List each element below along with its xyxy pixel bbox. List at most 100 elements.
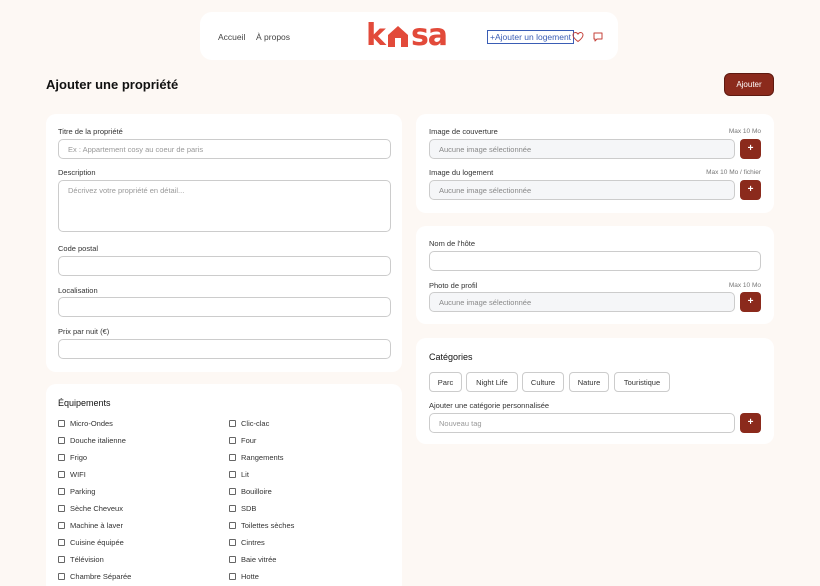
checkbox-box[interactable] — [58, 556, 65, 563]
equipment-checkbox[interactable]: Télévision — [58, 555, 104, 564]
profile-photo-field[interactable]: Aucune image sélectionnée — [429, 292, 735, 312]
custom-category-input[interactable] — [429, 413, 735, 433]
page-title: Ajouter une propriété — [46, 77, 179, 92]
checkbox-box[interactable] — [58, 488, 65, 495]
submit-button[interactable]: Ajouter — [724, 73, 774, 96]
checkbox-box[interactable] — [58, 471, 65, 478]
gallery-image-field[interactable]: Aucune image sélectionnée — [429, 180, 735, 200]
checkbox-box[interactable] — [229, 471, 236, 478]
host-name-label: Nom de l'hôte — [429, 239, 476, 248]
checkbox-box[interactable] — [229, 522, 236, 529]
equipment-label: Machine à laver — [70, 521, 123, 530]
checkbox-box[interactable] — [229, 454, 236, 461]
checkbox-box[interactable] — [229, 420, 236, 427]
equipment-label: WIFI — [70, 470, 86, 479]
equipment-checkbox[interactable]: Hotte — [229, 572, 259, 581]
description-label: Description — [58, 168, 96, 177]
title-input[interactable] — [58, 139, 391, 159]
equipment-checkbox[interactable]: Bouilloire — [229, 487, 272, 496]
location-input[interactable] — [58, 297, 391, 317]
custom-category-label: Ajouter une catégorie personnalisée — [429, 401, 550, 410]
equipment-checkbox[interactable]: Sèche Cheveux — [58, 504, 123, 513]
checkbox-box[interactable] — [58, 573, 65, 580]
equipment-label: Rangements — [241, 453, 284, 462]
equipment-label: Cintres — [241, 538, 265, 547]
categories-title: Catégories — [429, 352, 473, 362]
equipment-label: Frigo — [70, 453, 88, 462]
title-label: Titre de la propriété — [58, 127, 123, 136]
equipment-checkbox[interactable]: Machine à laver — [58, 521, 123, 530]
add-profile-photo-button[interactable]: + — [740, 292, 761, 312]
equipment-label: Sèche Cheveux — [70, 504, 123, 513]
equipment-label: Four — [241, 436, 257, 445]
checkbox-box[interactable] — [58, 539, 65, 546]
description-textarea[interactable] — [58, 180, 391, 232]
checkbox-box[interactable] — [58, 437, 65, 444]
checkbox-box[interactable] — [229, 488, 236, 495]
checkbox-box[interactable] — [229, 539, 236, 546]
heart-icon[interactable] — [572, 31, 584, 43]
equipment-label: Parking — [70, 487, 96, 496]
equipment-label: Douche italienne — [70, 436, 126, 445]
equipment-label: Clic-clac — [241, 419, 270, 428]
category-chip-night-life[interactable]: Night Life — [466, 372, 518, 392]
checkbox-box[interactable] — [58, 454, 65, 461]
category-chip-nature[interactable]: Nature — [569, 372, 609, 392]
cover-image-field[interactable]: Aucune image sélectionnée — [429, 139, 735, 159]
equipment-checkbox[interactable]: Baie vitrée — [229, 555, 276, 564]
add-custom-category-button[interactable]: + — [740, 413, 761, 433]
kasa-logo[interactable]: k sa — [366, 18, 448, 54]
cover-image-label: Image de couverture — [429, 127, 498, 136]
chat-bubble-icon[interactable] — [592, 31, 604, 43]
cover-image-hint: Max 10 Mo — [728, 128, 761, 135]
checkbox-box[interactable] — [229, 437, 236, 444]
checkbox-box[interactable] — [229, 505, 236, 512]
category-chip-touristique[interactable]: Touristique — [614, 372, 670, 392]
checkbox-box[interactable] — [58, 420, 65, 427]
equipment-label: Chambre Séparée — [70, 572, 132, 581]
equipment-checkbox[interactable]: Clic-clac — [229, 419, 269, 428]
equipment-label: Lit — [241, 470, 249, 479]
nav-link-about[interactable]: À propos — [256, 32, 290, 42]
gallery-image-label: Image du logement — [429, 168, 494, 177]
equipment-label: Télévision — [70, 555, 104, 564]
nav-link-home[interactable]: Accueil — [218, 32, 245, 42]
equipment-checkbox[interactable]: Toilettes sèches — [229, 521, 294, 530]
equipment-label: SDB — [241, 504, 257, 513]
add-listing-link[interactable]: +Ajouter un logement — [487, 30, 575, 44]
host-name-input[interactable] — [429, 251, 761, 271]
category-chip-culture[interactable]: Culture — [522, 372, 564, 392]
equipment-checkbox[interactable]: Cintres — [229, 538, 265, 547]
equipment-checkbox[interactable]: SDB — [229, 504, 256, 513]
add-cover-image-button[interactable]: + — [740, 139, 761, 159]
equipment-checkbox[interactable]: Frigo — [58, 453, 87, 462]
top-navigation: Accueil À propos k sa +Ajouter un logeme… — [200, 12, 618, 60]
checkbox-box[interactable] — [229, 573, 236, 580]
add-gallery-image-button[interactable]: + — [740, 180, 761, 200]
price-input[interactable] — [58, 339, 391, 359]
equipment-checkbox[interactable]: Douche italienne — [58, 436, 126, 445]
equipments-title: Équipements — [58, 398, 111, 408]
equipment-checkbox[interactable]: Rangements — [229, 453, 284, 462]
postal-code-input[interactable] — [58, 256, 391, 276]
equipment-checkbox[interactable]: WIFI — [58, 470, 86, 479]
postal-code-label: Code postal — [58, 244, 99, 253]
gallery-image-hint: Max 10 Mo / fichier — [706, 169, 761, 176]
equipment-checkbox[interactable]: Four — [229, 436, 256, 445]
equipment-checkbox[interactable]: Chambre Séparée — [58, 572, 131, 581]
equipment-label: Cuisine équipée — [70, 538, 124, 547]
price-label: Prix par nuit (€) — [58, 327, 110, 336]
category-chip-parc[interactable]: Parc — [429, 372, 462, 392]
equipment-label: Hotte — [241, 572, 259, 581]
checkbox-box[interactable] — [58, 505, 65, 512]
equipment-checkbox[interactable]: Micro-Ondes — [58, 419, 113, 428]
equipment-label: Baie vitrée — [241, 555, 277, 564]
house-icon — [387, 26, 408, 47]
equipment-checkbox[interactable]: Lit — [229, 470, 249, 479]
location-label: Localisation — [58, 286, 98, 295]
equipment-checkbox[interactable]: Parking — [58, 487, 95, 496]
checkbox-box[interactable] — [229, 556, 236, 563]
equipment-label: Micro-Ondes — [70, 419, 113, 428]
equipment-checkbox[interactable]: Cuisine équipée — [58, 538, 124, 547]
checkbox-box[interactable] — [58, 522, 65, 529]
